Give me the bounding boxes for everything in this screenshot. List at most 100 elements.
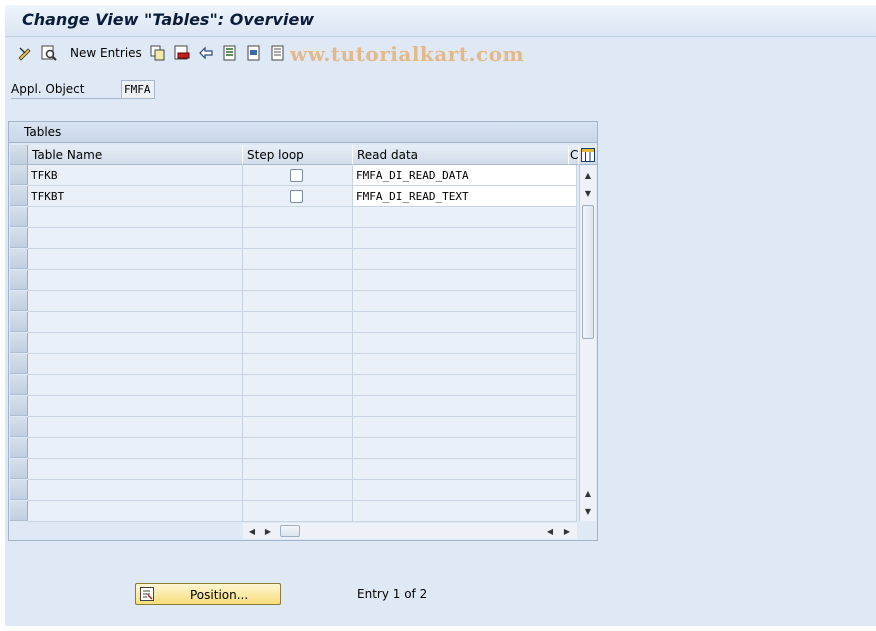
row-selector[interactable] xyxy=(10,396,28,416)
cell-table-name[interactable] xyxy=(28,249,243,270)
row-selector[interactable] xyxy=(10,480,28,500)
cell-read-data[interactable] xyxy=(353,207,577,228)
cell-step-loop[interactable] xyxy=(243,291,353,312)
cell-step-loop[interactable] xyxy=(243,501,353,522)
cell-step-loop[interactable] xyxy=(243,354,353,375)
cell-read-data[interactable] xyxy=(353,459,577,480)
row-selector[interactable] xyxy=(10,186,28,206)
horizontal-scrollbar[interactable]: ◀ ▶ xyxy=(353,523,577,539)
delete-icon[interactable] xyxy=(174,45,190,61)
table-settings-button[interactable] xyxy=(579,145,597,165)
vertical-scrollbar[interactable]: ▲ ▼ ▲ ▼ xyxy=(579,165,596,521)
cell-table-name[interactable] xyxy=(28,501,243,522)
step-loop-checkbox[interactable] xyxy=(290,190,303,203)
cell-read-data[interactable] xyxy=(353,354,577,375)
new-entries-button[interactable]: New Entries xyxy=(70,46,142,60)
row-selector[interactable] xyxy=(10,207,28,227)
cell-read-data[interactable] xyxy=(353,249,577,270)
scroll-left-icon[interactable]: ◀ xyxy=(245,523,259,539)
position-button[interactable]: Position... xyxy=(135,583,281,605)
page-title: Change View "Tables": Overview xyxy=(22,10,315,29)
cell-step-loop[interactable] xyxy=(243,228,353,249)
display-change-icon[interactable] xyxy=(17,45,33,61)
row-selector[interactable] xyxy=(10,417,28,437)
cell-table-name[interactable] xyxy=(28,438,243,459)
cell-read-data[interactable] xyxy=(353,396,577,417)
cell-table-name[interactable]: TFKB xyxy=(28,165,243,186)
cell-read-data[interactable] xyxy=(353,312,577,333)
cell-step-loop[interactable] xyxy=(243,396,353,417)
scroll-down-icon[interactable]: ▼ xyxy=(580,185,596,201)
deselect-all-icon[interactable] xyxy=(270,45,286,61)
cell-read-data[interactable] xyxy=(353,501,577,522)
scroll-thumb[interactable] xyxy=(280,525,300,537)
select-block-icon[interactable] xyxy=(246,45,262,61)
cell-table-name[interactable] xyxy=(28,396,243,417)
cell-read-data[interactable] xyxy=(353,270,577,291)
cell-step-loop[interactable] xyxy=(243,480,353,501)
row-selector[interactable] xyxy=(10,228,28,248)
cell-step-loop[interactable] xyxy=(243,207,353,228)
cell-table-name[interactable] xyxy=(28,417,243,438)
cell-read-data[interactable] xyxy=(353,438,577,459)
row-selector[interactable] xyxy=(10,270,28,290)
row-selector[interactable] xyxy=(10,459,28,479)
cell-step-loop[interactable] xyxy=(243,312,353,333)
select-all-icon[interactable] xyxy=(222,45,238,61)
scroll-page-up-icon[interactable]: ▲ xyxy=(580,485,596,501)
cell-step-loop[interactable] xyxy=(243,333,353,354)
cell-table-name[interactable] xyxy=(28,333,243,354)
cell-step-loop[interactable] xyxy=(243,417,353,438)
undo-icon[interactable] xyxy=(198,45,214,61)
row-selector[interactable] xyxy=(10,291,28,311)
scroll-right-icon[interactable]: ▶ xyxy=(261,523,275,539)
cell-step-loop xyxy=(243,186,353,207)
cell-step-loop[interactable] xyxy=(243,459,353,480)
scroll-thumb[interactable] xyxy=(582,205,594,339)
appl-object-field[interactable]: FMFA xyxy=(121,80,155,99)
cell-table-name[interactable] xyxy=(28,459,243,480)
cell-read-data[interactable]: FMFA_DI_READ_TEXT xyxy=(353,186,577,207)
cell-table-name[interactable] xyxy=(28,480,243,501)
row-selector[interactable] xyxy=(10,354,28,374)
row-selector[interactable] xyxy=(10,501,28,521)
column-header-read-data[interactable]: Read data xyxy=(353,145,569,165)
step-loop-checkbox[interactable] xyxy=(290,169,303,182)
row-selector[interactable] xyxy=(10,249,28,269)
cell-table-name[interactable] xyxy=(28,375,243,396)
row-selector[interactable] xyxy=(10,165,28,185)
row-selector[interactable] xyxy=(10,312,28,332)
horizontal-scrollbar-fixed[interactable]: ◀ ▶ xyxy=(243,523,353,539)
cell-read-data[interactable] xyxy=(353,375,577,396)
cell-step-loop[interactable] xyxy=(243,438,353,459)
cell-read-data[interactable] xyxy=(353,333,577,354)
cell-table-name[interactable] xyxy=(28,291,243,312)
cell-step-loop[interactable] xyxy=(243,270,353,291)
cell-read-data[interactable]: FMFA_DI_READ_DATA xyxy=(353,165,577,186)
scroll-left-icon[interactable]: ◀ xyxy=(543,523,557,539)
cell-table-name[interactable]: TFKBT xyxy=(28,186,243,207)
cell-table-name[interactable] xyxy=(28,270,243,291)
cell-read-data[interactable] xyxy=(353,228,577,249)
cell-step-loop[interactable] xyxy=(243,249,353,270)
scroll-right-icon[interactable]: ▶ xyxy=(560,523,574,539)
column-header-step-loop[interactable]: Step loop xyxy=(243,145,353,165)
cell-table-name[interactable] xyxy=(28,207,243,228)
row-selector[interactable] xyxy=(10,333,28,353)
row-selector[interactable] xyxy=(10,438,28,458)
scroll-page-down-icon[interactable]: ▼ xyxy=(580,503,596,519)
cell-table-name[interactable] xyxy=(28,354,243,375)
cell-table-name[interactable] xyxy=(28,312,243,333)
find-icon[interactable] xyxy=(41,45,57,61)
cell-table-name[interactable] xyxy=(28,228,243,249)
copy-icon[interactable] xyxy=(150,45,166,61)
column-header-truncated[interactable]: C xyxy=(569,145,579,165)
cell-step-loop[interactable] xyxy=(243,375,353,396)
scroll-up-icon[interactable]: ▲ xyxy=(580,167,596,183)
row-selector[interactable] xyxy=(10,375,28,395)
cell-read-data[interactable] xyxy=(353,417,577,438)
cell-read-data[interactable] xyxy=(353,480,577,501)
column-header-table-name[interactable]: Table Name xyxy=(28,145,243,165)
select-all-rows-button[interactable] xyxy=(10,145,28,165)
cell-read-data[interactable] xyxy=(353,291,577,312)
